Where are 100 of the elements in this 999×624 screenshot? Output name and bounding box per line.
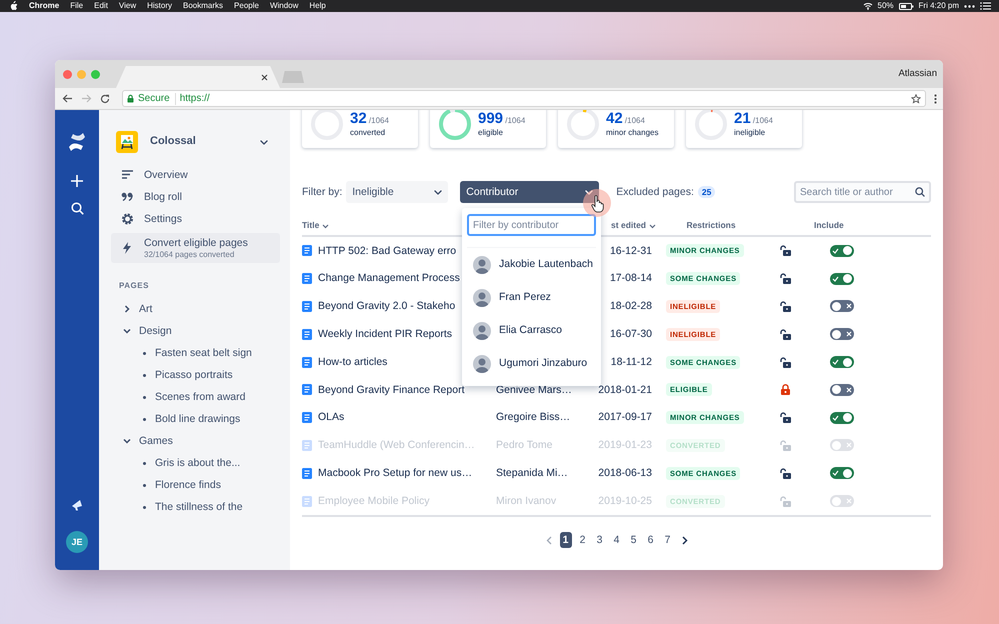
- chevron-right-icon[interactable]: [682, 536, 688, 545]
- menu-item[interactable]: View: [118, 1, 136, 11]
- chevron-down-icon[interactable]: [123, 437, 131, 445]
- include-toggle[interactable]: [830, 384, 854, 396]
- page-icon: [302, 356, 312, 368]
- space-logo-icon[interactable]: [116, 131, 138, 153]
- lock-icon: [127, 94, 134, 103]
- contributor-option[interactable]: Elia Carrasco: [467, 314, 596, 347]
- search-field[interactable]: Search title or author: [794, 181, 931, 203]
- page-button[interactable]: 4: [610, 532, 622, 548]
- menu-clock[interactable]: Fri 4:20 pm: [918, 1, 959, 11]
- page-button[interactable]: 3: [594, 532, 606, 548]
- apple-icon[interactable]: [10, 1, 18, 11]
- include-toggle[interactable]: [830, 412, 854, 424]
- menu-item[interactable]: Help: [309, 1, 326, 11]
- stat-total: /1064: [752, 116, 773, 126]
- page-button[interactable]: 5: [628, 532, 640, 548]
- caret-icon[interactable]: [649, 224, 656, 229]
- include-toggle[interactable]: [830, 328, 854, 340]
- page-tree-item[interactable]: Picasso portraits: [111, 364, 280, 386]
- logo-icon[interactable]: [67, 132, 87, 152]
- include-toggle[interactable]: [830, 272, 854, 285]
- contributor-option[interactable]: Jakobie Lautenbach: [467, 248, 596, 281]
- include-toggle[interactable]: [830, 300, 854, 312]
- more-vertical-icon[interactable]: [934, 94, 937, 104]
- search-icon[interactable]: [915, 187, 925, 197]
- page-button[interactable]: 6: [644, 532, 656, 548]
- contributor-filter-field[interactable]: Filter by contributor: [467, 214, 596, 236]
- page-tree-item[interactable]: Fasten seat belt sign: [111, 342, 280, 364]
- edited-date: 2019-01-23: [597, 439, 652, 452]
- page-tree-item[interactable]: Games: [111, 430, 280, 452]
- profile-name[interactable]: Atlassian: [898, 68, 937, 80]
- unlocked-icon[interactable]: [780, 468, 790, 479]
- unlocked-icon[interactable]: [780, 412, 790, 424]
- page-button[interactable]: 1: [560, 532, 572, 548]
- close-icon[interactable]: [261, 74, 268, 80]
- caret-icon[interactable]: [322, 224, 330, 229]
- battery-icon[interactable]: [898, 2, 914, 10]
- back-arrow-icon[interactable]: [62, 94, 73, 103]
- page-tree-item[interactable]: Florence finds: [111, 474, 280, 496]
- page-title[interactable]: OLAs: [318, 411, 496, 424]
- unlocked-icon[interactable]: [780, 328, 790, 340]
- page-title[interactable]: Beyond Gravity Finance Report: [318, 384, 496, 396]
- menu-item[interactable]: File: [70, 1, 84, 11]
- app-menu[interactable]: Chrome: [29, 1, 60, 11]
- page-button[interactable]: 7: [662, 532, 674, 548]
- page-title[interactable]: Macbook Pro Setup for new us…: [318, 466, 496, 480]
- menu-item[interactable]: Edit: [94, 1, 108, 11]
- avatar-icon: [473, 322, 491, 340]
- unlocked-icon[interactable]: [780, 300, 790, 312]
- contributor-option[interactable]: Ugumori Jinzaburo: [467, 347, 596, 380]
- nav-item[interactable]: Convert eligible pages 32/1064 pages converted: [111, 233, 280, 263]
- include-toggle[interactable]: [830, 356, 854, 368]
- megaphone-icon[interactable]: [70, 499, 84, 511]
- search-icon[interactable]: [70, 202, 84, 215]
- avatar-icon: [473, 354, 491, 372]
- column-header[interactable]: st edited: [611, 220, 646, 230]
- chevron-down-icon[interactable]: [123, 327, 131, 335]
- stat-total: /1064: [504, 116, 526, 126]
- menu-item[interactable]: People: [234, 1, 259, 11]
- column-header[interactable]: Title: [302, 220, 320, 230]
- unlocked-icon[interactable]: [780, 245, 790, 256]
- column-header[interactable]: Include: [814, 220, 844, 230]
- wifi-icon[interactable]: [862, 2, 873, 10]
- page-tree-item[interactable]: Gris is about the...: [111, 452, 280, 474]
- author-name: Gregoire Biss…: [496, 411, 572, 424]
- nav-item[interactable]: Settings: [111, 208, 280, 230]
- page-tree-item[interactable]: Art: [111, 298, 280, 320]
- notification-list-icon[interactable]: [980, 2, 991, 10]
- stat-label: eligible: [478, 128, 504, 138]
- unlocked-icon[interactable]: [780, 273, 790, 284]
- page-button[interactable]: 2: [576, 532, 588, 548]
- page-tree-item[interactable]: Bold line drawings: [111, 408, 280, 430]
- create-icon[interactable]: [70, 174, 84, 188]
- edited-date: 16-12-31: [608, 244, 652, 258]
- unlocked-icon[interactable]: [780, 356, 790, 368]
- bullet-icon: [143, 418, 146, 420]
- nav-item[interactable]: Overview: [111, 164, 280, 186]
- page-icon: [302, 412, 312, 424]
- page-tree-item[interactable]: Design: [111, 320, 280, 342]
- reload-icon[interactable]: [100, 94, 110, 104]
- column-header[interactable]: Restrictions: [686, 220, 736, 230]
- include-toggle[interactable]: [830, 244, 854, 257]
- contributor-option[interactable]: Fran Perez: [467, 281, 596, 314]
- star-icon[interactable]: [911, 94, 921, 104]
- menu-item[interactable]: Bookmarks: [183, 1, 224, 11]
- restricted-lock-icon[interactable]: [780, 384, 790, 396]
- include-toggle[interactable]: [830, 467, 854, 480]
- bullet-icon: [143, 352, 146, 354]
- chevron-right-icon[interactable]: [123, 305, 131, 313]
- page-tree-item[interactable]: Scenes from award: [111, 386, 280, 408]
- more-icon[interactable]: [964, 4, 975, 8]
- menu-item[interactable]: Window: [270, 1, 298, 11]
- status-filter-select[interactable]: Ineligible: [346, 181, 448, 203]
- page-tree-item[interactable]: The stillness of the: [111, 496, 280, 518]
- address-bar[interactable]: Secure https://: [122, 90, 926, 107]
- menu-item[interactable]: History: [147, 1, 172, 11]
- space-name[interactable]: Colossal: [150, 135, 196, 149]
- nav-item[interactable]: Blog roll: [111, 186, 280, 208]
- contributor-filter-button[interactable]: Contributor: [460, 181, 600, 203]
